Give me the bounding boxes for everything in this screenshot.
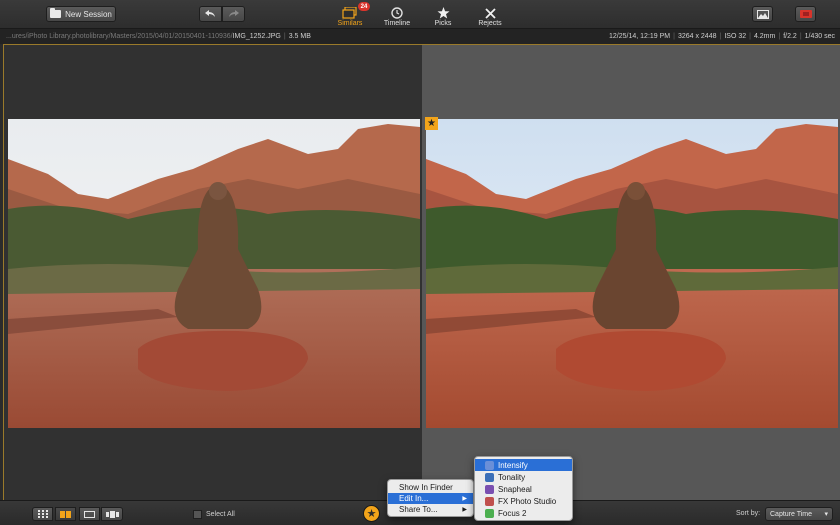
tab-picks[interactable]: Picks — [428, 3, 458, 27]
single-view-button[interactable] — [79, 507, 100, 521]
pick-star-icon: ★ — [425, 117, 438, 130]
submenu-item-focus-2[interactable]: Focus 2 — [475, 507, 572, 519]
similars-count-badge: 24 — [358, 2, 370, 11]
menu-item-edit-in[interactable]: Edit In... ▶ — [388, 493, 473, 504]
compare-pane-right[interactable]: ★ — [422, 45, 840, 501]
single-image-icon — [84, 510, 95, 518]
new-session-label: New Session — [65, 9, 112, 19]
star-icon — [437, 6, 450, 20]
capture-date: 12/25/14, 12:19 PM — [609, 33, 671, 40]
undo-arrow-icon — [205, 10, 215, 17]
grid-icon — [37, 510, 48, 518]
tab-timeline[interactable]: Timeline — [380, 3, 414, 27]
compare-viewer: ★ — [3, 44, 840, 501]
chevron-down-icon: ▾ — [824, 511, 828, 518]
context-menu: Show In Finder Edit In... ▶ Share To... … — [387, 479, 474, 517]
photo-right[interactable] — [426, 119, 838, 428]
redo-arrow-icon — [229, 10, 239, 17]
x-icon — [484, 6, 496, 20]
tonality-app-icon — [485, 472, 494, 482]
sort-by-select[interactable]: Capture Time ▾ — [765, 507, 833, 521]
tab-rejects[interactable]: Rejects — [474, 3, 506, 27]
compare-view-button[interactable] — [55, 507, 76, 521]
tab-timeline-label: Timeline — [383, 20, 411, 27]
pick-star-button[interactable]: ★ — [363, 505, 380, 522]
menu-item-show-in-finder[interactable]: Show In Finder — [388, 482, 473, 493]
top-toolbar: New Session 24 Similars Timeline Picks R… — [0, 0, 840, 29]
aperture: f/2.2 — [783, 33, 797, 40]
file-path: ...ures/iPhoto Library.photolibrary/Mast… — [6, 33, 233, 40]
sort-value: Capture Time — [770, 510, 813, 518]
clock-icon — [391, 6, 403, 20]
submenu-arrow-icon: ▶ — [462, 507, 467, 513]
exit-icon — [799, 10, 812, 18]
filmstrip-icon — [105, 510, 119, 518]
tab-similars[interactable]: 24 Similars — [334, 2, 370, 27]
photo-left[interactable] — [8, 119, 420, 428]
tab-picks-label: Picks — [434, 20, 452, 27]
image-view-button[interactable] — [752, 6, 773, 22]
iso-value: ISO 32 — [724, 33, 747, 40]
exif-meta: 12/25/14, 12:19 PM | 3264 x 2448 | ISO 3… — [609, 33, 835, 40]
redo-button[interactable] — [222, 6, 245, 22]
folder-icon — [50, 8, 62, 18]
tab-similars-label: Similars — [337, 20, 363, 27]
file-size: 3.5 MB — [288, 33, 311, 40]
stack-icon — [342, 6, 358, 20]
focal-length: 4.2mm — [753, 33, 776, 40]
menu-item-share-to[interactable]: Share To... ▶ — [388, 504, 473, 515]
fx-photo-studio-app-icon — [485, 496, 494, 506]
focus-2-app-icon — [485, 508, 494, 518]
sort-by-label: Sort by: — [736, 510, 761, 517]
intensify-app-icon — [485, 460, 494, 470]
submenu-item-intensify[interactable]: Intensify — [475, 459, 572, 471]
select-all-label: Select All — [206, 511, 235, 518]
filmstrip-view-button[interactable] — [101, 507, 123, 521]
quit-button[interactable] — [795, 6, 816, 22]
shutter-speed: 1/430 sec — [804, 33, 835, 40]
tab-rejects-label: Rejects — [478, 20, 502, 27]
submenu-item-fx-photo-studio[interactable]: FX Photo Studio — [475, 495, 572, 507]
image-icon — [756, 9, 769, 19]
compare-icon — [60, 510, 71, 518]
submenu-arrow-icon: ▶ — [462, 496, 467, 502]
snapheal-app-icon — [485, 484, 494, 494]
edit-in-submenu: Intensify Tonality Snapheal FX Photo Stu… — [474, 456, 573, 521]
new-session-button[interactable]: New Session — [46, 6, 116, 22]
compare-pane-left[interactable] — [4, 45, 422, 501]
undo-button[interactable] — [199, 6, 222, 22]
submenu-item-tonality[interactable]: Tonality — [475, 471, 572, 483]
submenu-item-snapheal[interactable]: Snapheal — [475, 483, 572, 495]
select-all-toggle[interactable]: Select All — [193, 510, 235, 519]
grid-view-button[interactable] — [32, 507, 53, 521]
app-window: New Session 24 Similars Timeline Picks R… — [0, 0, 840, 525]
file-info-bar: ...ures/iPhoto Library.photolibrary/Mast… — [0, 29, 840, 44]
image-dimensions: 3264 x 2448 — [677, 33, 717, 40]
star-icon: ★ — [366, 508, 377, 520]
select-all-checkbox[interactable] — [193, 510, 202, 519]
file-name: IMG_1252.JPG — [232, 33, 281, 40]
